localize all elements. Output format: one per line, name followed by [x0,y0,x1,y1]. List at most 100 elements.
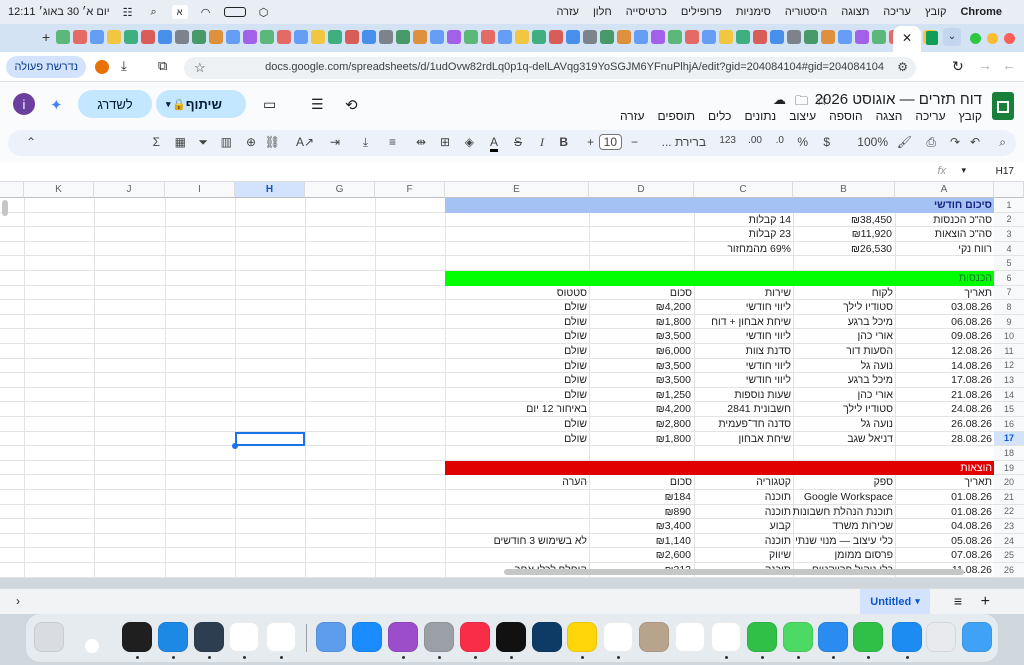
expense-cell[interactable]: ₪1,140 [589,534,694,549]
tab-favicon[interactable] [260,30,274,44]
currency-button[interactable]: $ [823,135,830,149]
chrome-icon[interactable] [266,622,296,652]
expense-cell[interactable]: ₪3,400 [589,519,694,534]
decrease-decimal-button[interactable]: .0 [776,135,784,146]
text-rotate-icon[interactable]: A↗ [296,135,314,149]
menu-bookmarks[interactable]: סימניות [736,6,771,18]
column-header-e[interactable]: E [445,182,589,198]
income-cell[interactable]: 21.08.26 [895,388,994,403]
upgrade-button[interactable]: לשדרג [78,90,152,118]
font-size-decrease-button[interactable]: − [631,135,638,149]
app-name[interactable]: Chrome [960,6,1002,18]
tab-favicon[interactable] [736,30,750,44]
add-sheet-button[interactable]: + [981,593,990,611]
name-box-dropdown-icon[interactable]: ▾ [961,165,966,176]
sheets-logo-icon[interactable] [992,92,1014,120]
row-header-2[interactable]: 2 [994,212,1024,228]
row-header-23[interactable]: 23 [994,519,1024,534]
income-cell[interactable]: ₪1,800 [589,432,694,447]
expense-cell[interactable]: כלי עיצוב — מנוי שנתי [793,534,895,549]
sheet-tab-dropdown-icon[interactable]: ▾ [915,596,920,607]
row-header-19[interactable]: 19 [994,460,1024,476]
percent-button[interactable]: % [797,135,808,149]
expense-column-header[interactable]: תאריך [895,475,994,490]
income-cell[interactable]: ליווי חודשי [694,300,793,315]
tab-favicon[interactable] [617,30,631,44]
maps-icon[interactable] [783,622,813,652]
row-header-24[interactable]: 24 [994,533,1024,549]
font-size-input[interactable]: 10 [598,134,622,150]
input-source-icon[interactable]: א [171,5,188,19]
redo-icon[interactable]: ↷ [950,135,960,149]
income-cell[interactable]: שולם [445,373,589,388]
column-header-j[interactable]: J [94,182,165,198]
income-cell[interactable]: שיחת אבחון + דוח [694,315,793,330]
podcasts-icon[interactable] [388,622,418,652]
tab-favicon[interactable] [362,30,376,44]
tab-favicon[interactable] [73,30,87,44]
share-button[interactable]: 🔒 שיתוף ▾ [156,90,246,118]
expense-cell[interactable]: Google Workspace [793,490,895,505]
income-cell[interactable]: שולם [445,359,589,374]
income-cell[interactable]: מיכל ברגע [793,373,895,388]
column-header-h[interactable]: H [235,182,305,198]
tab-favicon[interactable] [430,30,444,44]
tab-favicon[interactable] [175,30,189,44]
income-title[interactable]: הכנסות [895,271,994,286]
reload-icon[interactable]: ↻ [952,58,964,75]
row-header-7[interactable]: 7 [994,285,1024,301]
expense-cell[interactable] [445,548,589,563]
expense-cell[interactable]: תוכנת הנהלת חשבונות [793,505,895,520]
launchpad-icon[interactable] [926,622,956,652]
expense-cell[interactable]: קבוע [694,519,793,534]
spotlight-icon[interactable]: ⌕ [146,5,162,19]
align-horizontal-icon[interactable]: ≡ [389,135,396,149]
chrome-profile-icon[interactable] [84,638,100,654]
expense-cell[interactable]: תוכנה [694,490,793,505]
functions-button[interactable]: Σ [153,135,160,149]
increase-decimal-button[interactable]: .00 [748,135,762,146]
avatar[interactable]: i [13,93,35,115]
row-header-6[interactable]: 6 [994,271,1024,286]
summary-amount[interactable]: ₪11,920 [793,227,895,242]
extension-icon[interactable]: ⬡ [256,5,272,19]
tab-favicon[interactable] [719,30,733,44]
apple-tv-icon[interactable] [496,622,526,652]
tab-favicon[interactable] [498,30,512,44]
spreadsheet-grid[interactable]: A B C D E F G H I J K 1 2 3 4 5 6 7 8 9 10 11 12 13 14 15 16 17 18 19… [0,182,1024,578]
expense-cell[interactable]: שיווק [694,548,793,563]
tab-favicon[interactable] [192,30,206,44]
tab-favicon[interactable] [413,30,427,44]
window-close-button[interactable] [1004,33,1015,44]
clock[interactable]: יום א׳ 30 באוג׳ 12:11 [8,6,110,18]
tab-favicon[interactable] [56,30,70,44]
tab-favicon[interactable] [464,30,478,44]
safari-icon[interactable] [892,622,922,652]
income-cell[interactable]: 09.08.26 [895,329,994,344]
fill-handle[interactable] [232,443,238,450]
number-format-button[interactable]: 123 [719,135,736,146]
menu-profiles[interactable]: פרופילים [681,6,722,18]
income-cell[interactable]: סטודיו לילך [793,300,895,315]
row-header-16[interactable]: 16 [994,417,1024,432]
window-zoom-button[interactable] [970,33,981,44]
income-cell[interactable]: סדנה חד־פעמית [694,417,793,432]
income-cell[interactable]: שולם [445,300,589,315]
summary-note[interactable]: 23 קבלות [694,227,793,242]
address-bar[interactable]: ☆ docs.google.com/spreadsheets/d/1udOvw8… [184,57,916,79]
calendar-icon[interactable] [675,622,705,652]
income-cell[interactable]: שעות נוספות [694,388,793,403]
tab-favicon[interactable] [345,30,359,44]
contacts-icon[interactable] [639,622,669,652]
tab-favicon[interactable] [804,30,818,44]
income-cell[interactable]: דניאל שגב [793,432,895,447]
income-cell[interactable]: סטודיו לילך [793,402,895,417]
row-header-9[interactable]: 9 [994,314,1024,330]
history-icon[interactable]: ⟲ [345,96,358,114]
font-size-increase-button[interactable]: + [587,135,594,149]
menu-file[interactable]: קובץ [925,6,946,18]
battery-icon[interactable] [223,7,246,17]
income-cell[interactable]: 28.08.26 [895,432,994,447]
income-cell[interactable]: הסעות דור [793,344,895,359]
profile-icon[interactable] [95,60,109,74]
